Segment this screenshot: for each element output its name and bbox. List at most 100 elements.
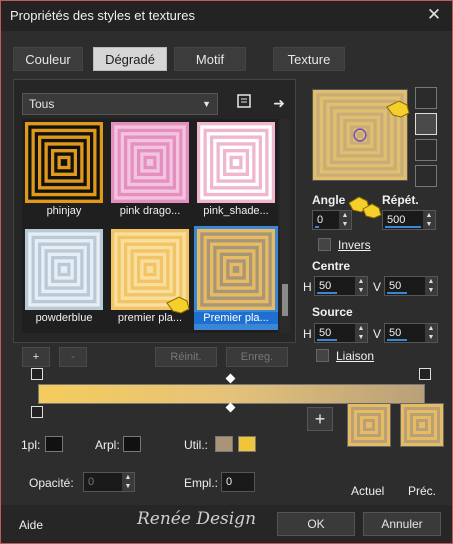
location-input[interactable]: 0: [221, 472, 255, 492]
gradient-thumb-4[interactable]: powderblue: [22, 226, 106, 330]
add-gradient-button[interactable]: +: [22, 347, 50, 367]
gradient-preview-image: [197, 122, 275, 203]
source-h-input[interactable]: 50 ▲ ▼: [314, 323, 368, 343]
invert-checkbox[interactable]: [318, 238, 331, 251]
center-v-slider-fill: [387, 292, 407, 294]
previous-label: Préc.: [408, 484, 437, 498]
source-v-slider-fill: [387, 339, 407, 341]
center-h-slider-fill: [317, 292, 337, 294]
spinner-arrows-icon[interactable]: ▲ ▼: [425, 324, 437, 342]
user-color-swatch-2[interactable]: [238, 436, 256, 452]
chevron-down-icon: ▼: [202, 99, 211, 109]
user-color-swatch-1[interactable]: [215, 436, 233, 452]
style-rectangular-icon[interactable]: [415, 113, 437, 135]
center-v-label: V: [373, 280, 382, 294]
source-h-label: H: [303, 327, 312, 341]
spinner-arrows-icon[interactable]: ▲ ▼: [355, 277, 367, 295]
opacity-input[interactable]: 0 ▲ ▼: [83, 472, 135, 492]
location-value: 0: [226, 476, 233, 488]
thumb-caption: pink drago...: [119, 205, 181, 217]
center-v-input[interactable]: 50 ▲ ▼: [384, 276, 438, 296]
angle-label: Angle: [312, 193, 346, 207]
thumb-caption: phinjay: [46, 205, 82, 217]
remove-gradient-button[interactable]: -: [59, 347, 87, 367]
thumb-caption: pink_shade...: [203, 205, 269, 217]
tab-color[interactable]: Couleur: [13, 47, 83, 71]
gradient-thumb-6-selected[interactable]: Premier pla...: [194, 226, 278, 330]
tab-texture[interactable]: Texture: [273, 47, 345, 71]
gradient-stop-end-top[interactable]: [419, 368, 431, 380]
angle-slider-fill: [315, 226, 319, 228]
source-v-input[interactable]: 50 ▲ ▼: [384, 323, 438, 343]
ok-button[interactable]: OK: [277, 512, 355, 536]
current-gradient-swatch[interactable]: [347, 403, 391, 447]
pointer-hand-icon: [166, 296, 190, 314]
gradient-preview-image: [197, 229, 275, 310]
tab-gradient[interactable]: Dégradé: [93, 47, 167, 71]
title-bar: Propriétés des styles et textures ✕: [1, 1, 452, 31]
category-dropdown[interactable]: Tous ▼: [22, 93, 218, 115]
location-label: Empl.:: [184, 476, 219, 490]
category-value: Tous: [29, 97, 55, 111]
link-label: Liaison: [336, 349, 375, 363]
gradient-stop-start-top[interactable]: [31, 368, 43, 380]
gradient-thumb-3[interactable]: pink_shade...: [194, 119, 278, 223]
source-h-value: 50: [319, 327, 332, 339]
center-v-value: 50: [389, 280, 402, 292]
thumbnail-scrollbar[interactable]: [280, 119, 290, 333]
save-button[interactable]: Enreg.: [226, 347, 288, 367]
first-plane-swatch[interactable]: [45, 436, 63, 452]
pointer-hand-icon: [386, 100, 410, 118]
center-h-input[interactable]: 50 ▲ ▼: [314, 276, 368, 296]
style-radial-icon[interactable]: [415, 139, 437, 161]
window-title: Propriétés des styles et textures: [10, 8, 195, 23]
center-h-value: 50: [319, 280, 332, 292]
link-checkbox[interactable]: [316, 349, 329, 362]
repeats-value: 500: [387, 214, 406, 226]
gradient-properties-dialog: Propriétés des styles et textures ✕ Coul…: [0, 0, 453, 544]
midpoint-marker[interactable]: [225, 373, 236, 384]
gradient-stop-start-bottom[interactable]: [31, 406, 43, 418]
opacity-label: Opacité:: [29, 476, 74, 490]
arrow-right-icon[interactable]: ➜: [268, 93, 290, 113]
scrollbar-thumb[interactable]: [282, 284, 288, 316]
help-button[interactable]: Aide: [19, 518, 43, 532]
gradient-preview-image: [111, 122, 189, 203]
gradient-editor-bar[interactable]: [38, 384, 425, 404]
style-sunburst-icon[interactable]: [415, 165, 437, 187]
repeats-input[interactable]: 500 ▲ ▼: [382, 210, 436, 230]
spinner-arrows-icon[interactable]: ▲ ▼: [425, 277, 437, 295]
tab-bar: Couleur Dégradé Motif Texture: [13, 47, 439, 73]
angle-value: 0: [317, 214, 324, 226]
repeats-label: Répét.: [382, 193, 419, 207]
style-linear-icon[interactable]: [415, 87, 437, 109]
spinner-arrows-icon[interactable]: ▲ ▼: [423, 211, 435, 229]
source-v-value: 50: [389, 327, 402, 339]
gradient-thumb-1[interactable]: phinjay: [22, 119, 106, 223]
add-swatch-button[interactable]: +: [307, 407, 333, 431]
gradient-thumb-2[interactable]: pink drago...: [108, 119, 192, 223]
spinner-arrows-icon[interactable]: ▲ ▼: [122, 473, 134, 491]
pointer-hand-icon: [362, 203, 382, 219]
previous-gradient-swatch[interactable]: [400, 403, 444, 447]
reset-button[interactable]: Réinit.: [155, 347, 217, 367]
tab-pattern[interactable]: Motif: [174, 47, 246, 71]
watermark-signature: Renée Design: [137, 509, 257, 529]
repeats-slider-fill: [385, 226, 421, 228]
stop-midpoint-marker[interactable]: [225, 402, 236, 413]
angle-input[interactable]: 0 ▲ ▼: [312, 210, 352, 230]
center-label: Centre: [312, 259, 351, 273]
current-label: Actuel: [351, 484, 385, 498]
gradient-preview-image: [25, 122, 103, 203]
gradient-thumbnail-grid: phinjay pink drago... pink_shade... powd…: [22, 119, 278, 333]
gradient-preview-image: [25, 229, 103, 310]
background-plane-swatch[interactable]: [123, 436, 141, 452]
source-h-slider-fill: [317, 339, 337, 341]
cancel-button[interactable]: Annuler: [363, 512, 441, 536]
spinner-arrows-icon[interactable]: ▲ ▼: [355, 324, 367, 342]
file-manager-icon[interactable]: [233, 93, 255, 113]
background-plane-label: Arpl:: [95, 438, 120, 452]
close-icon[interactable]: ✕: [424, 4, 444, 26]
user-color-label: Util.:: [184, 438, 208, 452]
thumb-caption: powderblue: [35, 312, 93, 324]
